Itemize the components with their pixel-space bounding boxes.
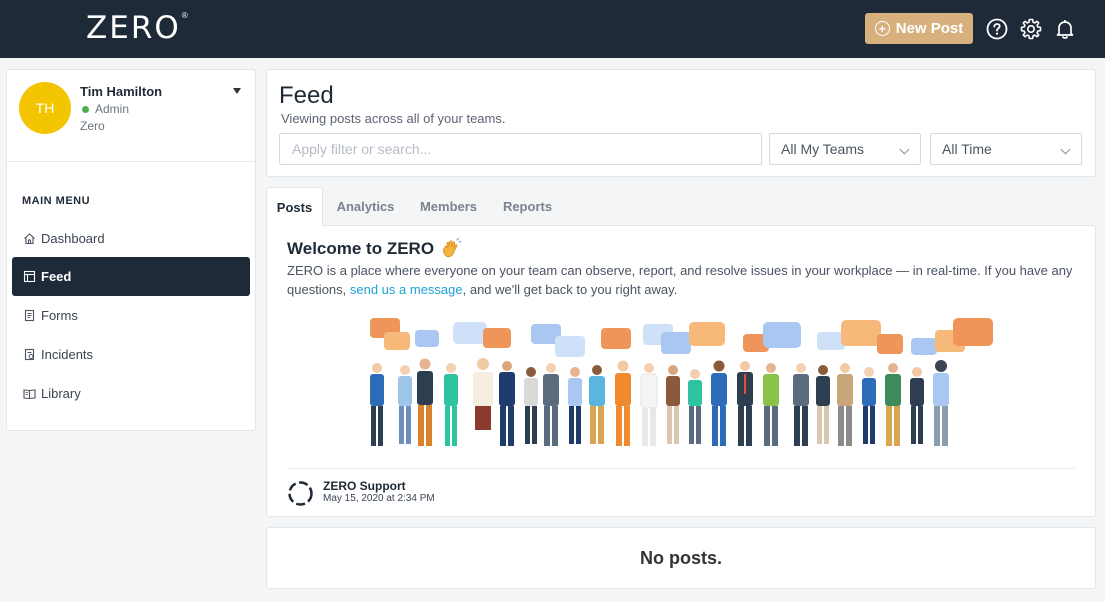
plus-circle-icon: + xyxy=(874,21,890,36)
zero-logo[interactable]: ZERO ® xyxy=(86,10,188,46)
sidebar-item-label: Library xyxy=(41,386,81,401)
new-post-label: New Post xyxy=(895,20,964,37)
new-post-button[interactable]: + New Post xyxy=(865,13,973,44)
sidebar-item-label: Incidents xyxy=(41,347,94,362)
workers-group xyxy=(370,358,949,446)
post-title: Welcome to ZERO xyxy=(287,238,462,260)
top-bar: ZERO ® + New Post xyxy=(0,0,1105,58)
post-author[interactable]: ZERO Support xyxy=(323,479,406,493)
send-message-link[interactable]: send us a message xyxy=(350,282,463,297)
help-icon[interactable] xyxy=(986,18,1008,40)
tab-posts[interactable]: Posts xyxy=(266,187,323,226)
speech-bubbles xyxy=(370,318,993,357)
post-date: May 15, 2020 at 2:34 PM xyxy=(323,493,435,504)
post-body: ZERO is a place where everyone on your t… xyxy=(287,261,1077,299)
tab-reports[interactable]: Reports xyxy=(494,187,561,225)
workers-illustration xyxy=(370,318,993,446)
sidebar: TH Tim Hamilton Admin Zero MAIN MENU Das… xyxy=(6,69,256,431)
chevron-down-icon xyxy=(899,144,910,155)
user-name: Tim Hamilton xyxy=(80,84,163,99)
page-title: Feed xyxy=(279,82,334,109)
no-posts-message: No posts. xyxy=(639,547,722,568)
online-status-dot xyxy=(82,105,89,113)
post-card: Welcome to ZERO ZERO is a place where ev… xyxy=(266,225,1096,517)
sidebar-item-library[interactable]: Library xyxy=(12,374,250,413)
tab-analytics[interactable]: Analytics xyxy=(328,187,403,225)
sidebar-item-forms[interactable]: Forms xyxy=(12,296,250,335)
team-filter-value: All My Teams xyxy=(781,141,864,157)
gear-icon[interactable] xyxy=(1020,18,1042,40)
user-profile: TH Tim Hamilton Admin Zero xyxy=(7,70,255,162)
empty-state-card: No posts. xyxy=(266,527,1096,589)
search-input[interactable] xyxy=(279,133,762,165)
user-role: Admin xyxy=(82,102,129,116)
team-filter-select[interactable]: All My Teams xyxy=(769,133,921,165)
user-organization: Zero xyxy=(80,119,105,133)
sidebar-item-label: Feed xyxy=(41,269,72,284)
page-subtitle: Viewing posts across all of your teams. xyxy=(281,111,506,126)
waving-hand-icon xyxy=(443,238,462,258)
post-body-text-end: , and we'll get back to you right away. xyxy=(462,282,678,297)
sidebar-item-feed[interactable]: Feed xyxy=(12,257,250,296)
bell-icon[interactable] xyxy=(1054,18,1076,40)
chevron-down-icon xyxy=(1060,144,1071,155)
sidebar-item-label: Forms xyxy=(41,308,78,323)
user-role-label: Admin xyxy=(95,102,130,116)
tab-members[interactable]: Members xyxy=(410,187,487,225)
main-menu-title: MAIN MENU xyxy=(22,195,91,207)
time-filter-value: All Time xyxy=(942,141,992,157)
book-icon xyxy=(23,389,36,400)
sidebar-item-incidents[interactable]: Incidents xyxy=(12,335,250,374)
zero-support-avatar-icon xyxy=(288,481,313,506)
avatar[interactable]: TH xyxy=(19,82,71,134)
time-filter-select[interactable]: All Time xyxy=(930,133,1082,165)
registered-mark: ® xyxy=(181,11,188,20)
incident-icon xyxy=(24,348,35,361)
sidebar-item-label: Dashboard xyxy=(41,231,105,246)
profile-dropdown-caret-icon[interactable] xyxy=(233,88,241,94)
sidebar-item-dashboard[interactable]: Dashboard xyxy=(12,219,250,258)
post-title-text: Welcome to ZERO xyxy=(287,239,435,258)
feed-header-card: Feed Viewing posts across all of your te… xyxy=(266,69,1096,177)
form-icon xyxy=(24,309,35,322)
post-divider xyxy=(287,468,1075,469)
feed-icon xyxy=(23,270,36,283)
home-icon xyxy=(24,233,35,245)
logo-text: ZERO xyxy=(86,10,181,46)
